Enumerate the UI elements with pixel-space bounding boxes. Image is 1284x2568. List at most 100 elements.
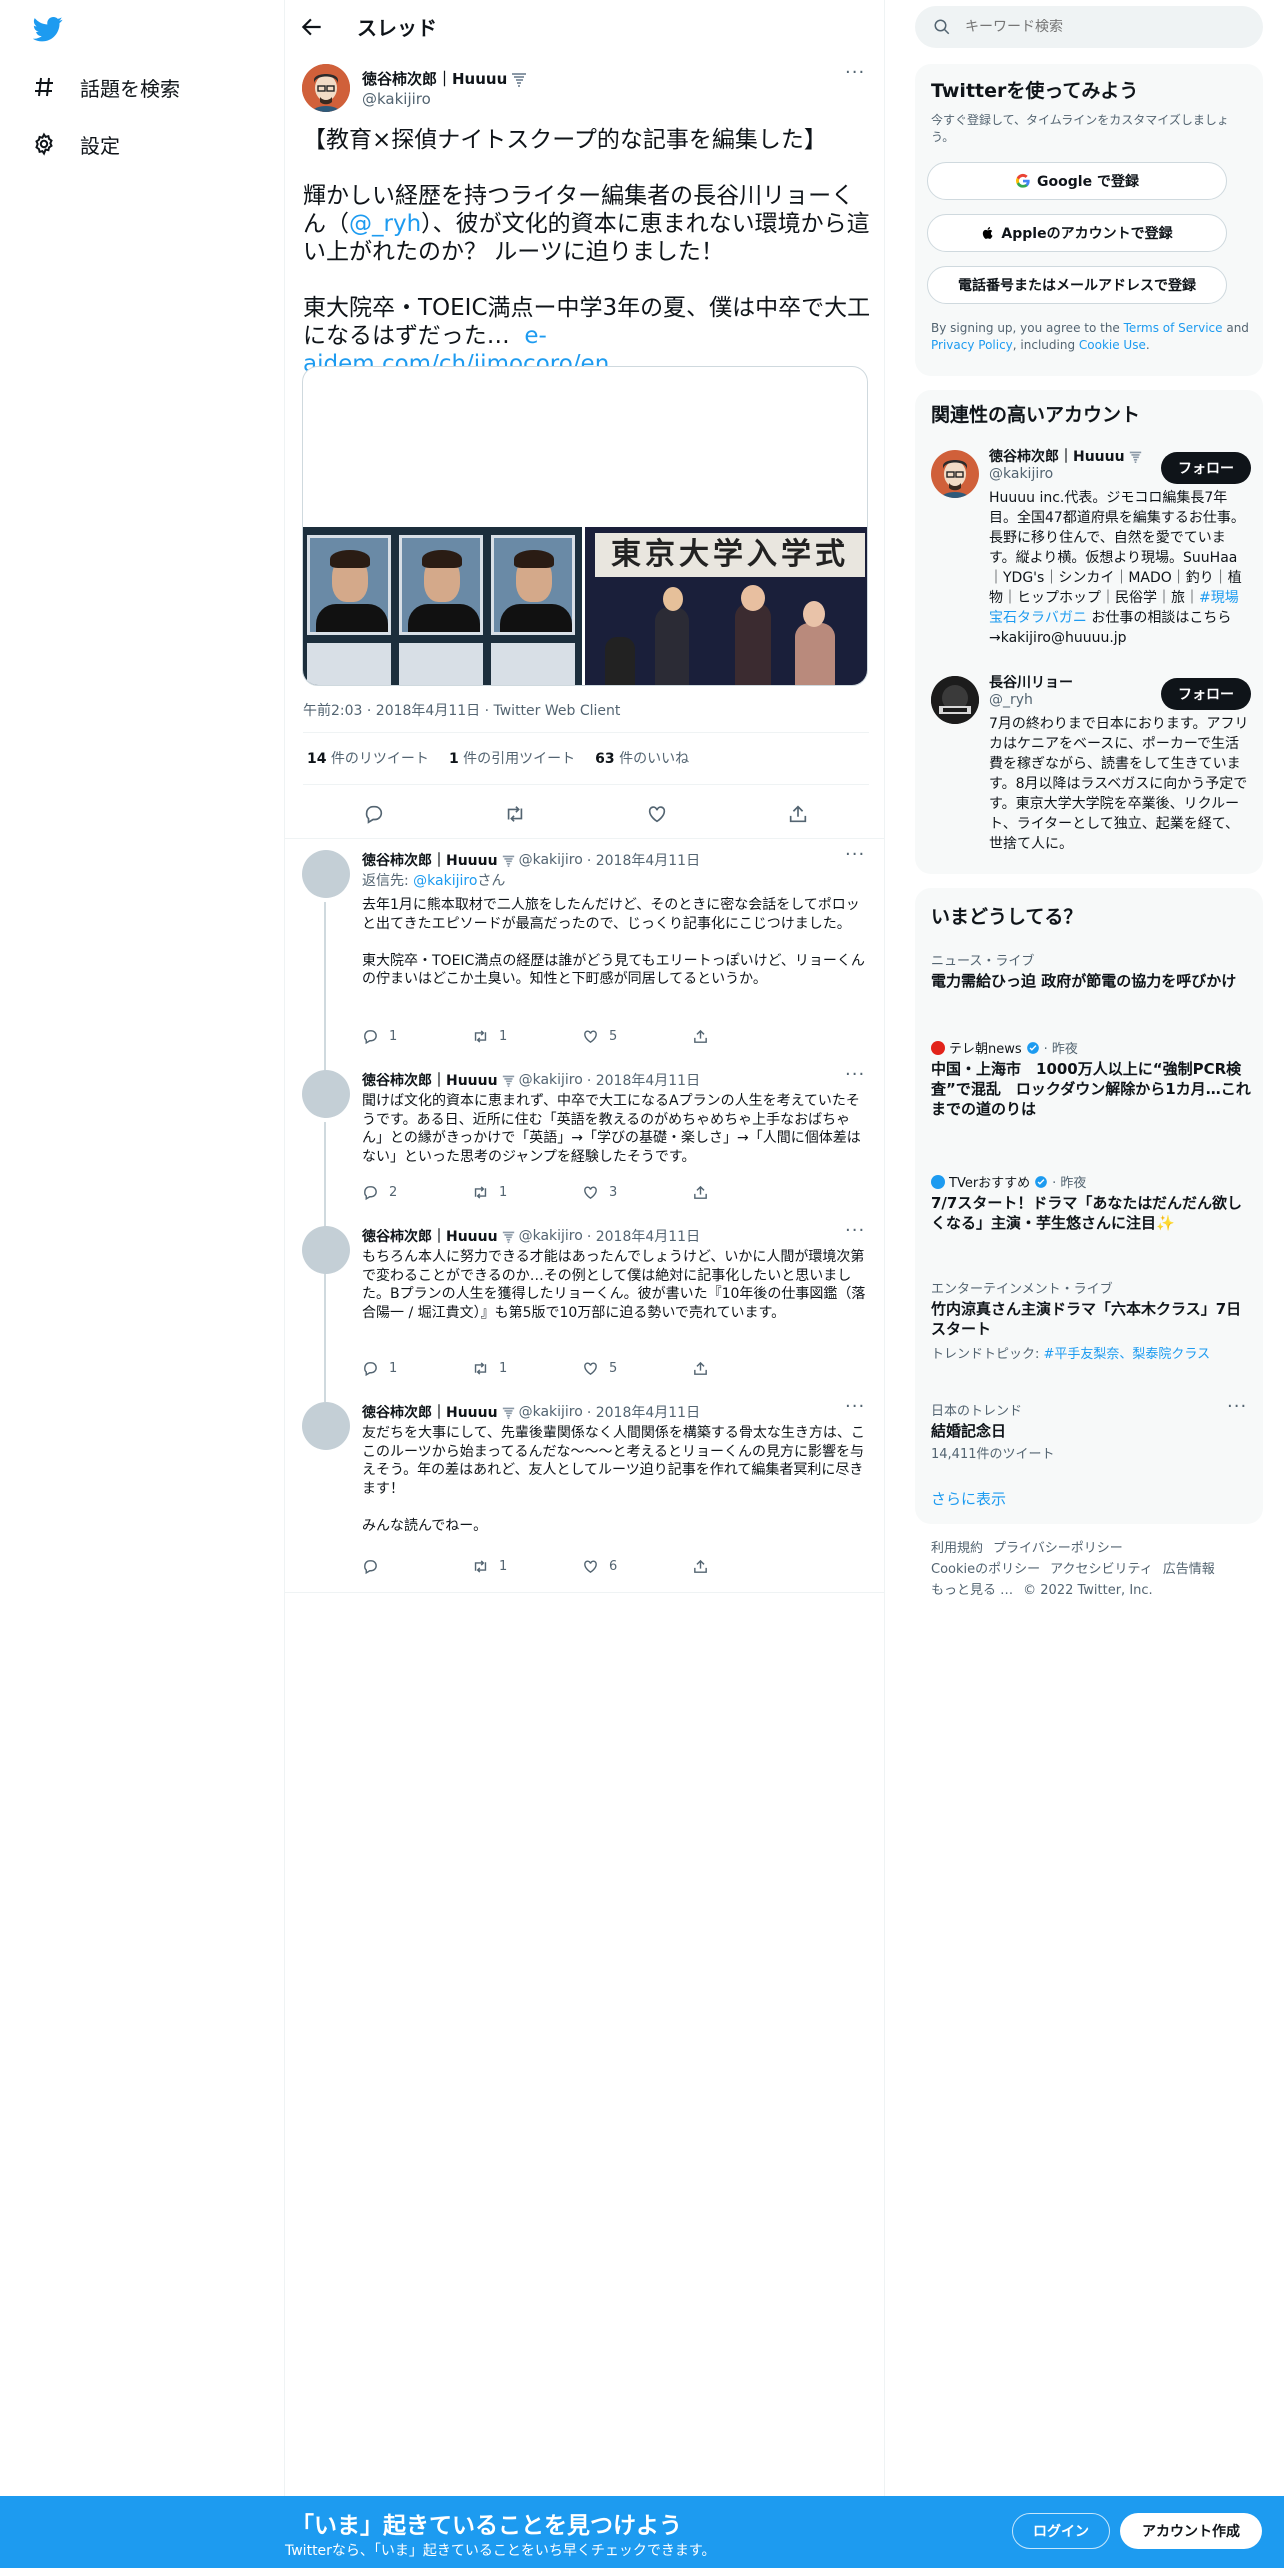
back-arrow-icon[interactable] <box>299 14 325 40</box>
avatar[interactable] <box>302 850 350 898</box>
reply-text: 友だちを大事にして、先輩後輩関係なく人間関係を構築する骨太な生き方は、ここのルー… <box>362 1425 865 1534</box>
account-bio: 7月の終わりまで日本におります。アフリカはケニアをベースに、ポーカーで生活費を稼… <box>989 716 1249 852</box>
nav-settings[interactable]: 設定 <box>30 119 120 169</box>
reply-tweet[interactable]: 徳谷柿次郎｜Huuuu @kakijiro · 2018年4月11日 ··· 返… <box>285 846 885 1118</box>
search-input[interactable] <box>965 19 1245 35</box>
share-button[interactable] <box>692 1028 802 1045</box>
account-item[interactable]: 長谷川リョー @_ryh フォロー 7月の終わりまで日本におります。アフリカはケ… <box>931 672 1251 862</box>
avatar[interactable] <box>302 1070 350 1118</box>
more-options-icon[interactable]: ··· <box>845 64 873 88</box>
reply-button[interactable]: 1 <box>362 1028 472 1045</box>
bottom-signup-bar: 「いま」起きていることを見つけよう Twitterなら、「いま」起きていることを… <box>0 2496 1284 2568</box>
quote-stat[interactable]: 1 件の引用ツイート <box>449 748 575 768</box>
like-icon[interactable] <box>646 803 668 825</box>
reply-actions: 1 1 5 <box>362 1360 802 1377</box>
like-button[interactable]: 5 <box>582 1028 692 1045</box>
privacy-link[interactable]: Privacy Policy <box>931 338 1013 352</box>
cookie-link[interactable]: Cookie Use <box>1079 338 1146 352</box>
footer-links: 利用規約 プライバシーポリシー Cookieのポリシー アクセシビリティ 広告情報 も… <box>931 1541 1215 1598</box>
more-options-icon[interactable]: ··· <box>1227 1398 1255 1422</box>
follow-button[interactable]: フォロー <box>1161 452 1251 484</box>
bottom-bar-title: 「いま」起きていることを見つけよう <box>291 2513 682 2539</box>
reply-button[interactable] <box>362 1558 472 1575</box>
avatar[interactable] <box>931 450 979 498</box>
share-button[interactable] <box>692 1184 802 1201</box>
tornado-emoji-icon <box>502 1230 515 1243</box>
reply-tweet[interactable]: 徳谷柿次郎｜Huuuu @kakijiro · 2018年4月11日 ··· 聞… <box>285 1066 885 1286</box>
tweet-timestamp[interactable]: 午前2:03 · 2018年4月11日 · Twitter Web Client <box>303 700 620 720</box>
share-icon[interactable] <box>787 803 809 825</box>
search-icon <box>933 18 951 36</box>
like-button[interactable]: 3 <box>582 1184 692 1201</box>
tornado-emoji-icon <box>1129 450 1142 463</box>
show-more-link[interactable]: さらに表示 <box>931 1488 1006 1509</box>
share-button[interactable] <box>692 1558 802 1575</box>
reply-text: 去年1月に熊本取材で二人旅をしたんだけど、そのときに密な会話をしてポロッと出てき… <box>362 897 865 987</box>
trend-item[interactable]: テレ朝news · 昨夜 中国・上海市 1000万人以上に“強制PCR検査”で混… <box>931 1038 1251 1119</box>
avatar[interactable] <box>302 64 350 112</box>
account-handle[interactable]: @kakijiro <box>989 466 1053 482</box>
reply-header: 徳谷柿次郎｜Huuuu @kakijiro · 2018年4月11日 <box>362 1072 701 1089</box>
left-nav: 話題を検索 設定 <box>0 0 285 2568</box>
trend-item[interactable]: ニュース・ライブ 電力需給ひっ迫 政府が節電の協力を呼びかけ <box>931 950 1251 991</box>
verified-badge-icon <box>1034 1175 1048 1189</box>
signup-subtitle: 今すぐ登録して、タイムラインをカスタマイズしましょう。 <box>931 113 1229 144</box>
apple-icon <box>981 225 995 241</box>
tv-asahi-logo-icon <box>931 1040 945 1055</box>
login-button[interactable]: ログイン <box>1012 2513 1110 2549</box>
reply-button[interactable]: 1 <box>362 1360 472 1377</box>
share-button[interactable] <box>692 1360 802 1377</box>
reply-tweet[interactable]: 徳谷柿次郎｜Huuuu @kakijiro · 2018年4月11日 ··· も… <box>285 1222 885 1402</box>
retweet-button[interactable]: 1 <box>472 1360 582 1377</box>
more-options-icon[interactable]: ··· <box>845 1398 873 1422</box>
retweet-stat[interactable]: 14 件のリツイート <box>307 748 429 768</box>
reply-icon[interactable] <box>363 803 385 825</box>
retweet-button[interactable]: 1 <box>472 1184 582 1201</box>
link-card-media[interactable]: 東京大学入学式 <box>302 366 868 686</box>
author-handle[interactable]: @kakijiro <box>362 90 431 108</box>
follow-button[interactable]: フォロー <box>1161 678 1251 710</box>
like-stat[interactable]: 63 件のいいね <box>595 748 689 768</box>
nav-explore[interactable]: 話題を検索 <box>30 62 180 112</box>
account-item[interactable]: 徳谷柿次郎｜Huuuu @kakijiro フォロー Huuuu inc.代表。… <box>931 446 1251 676</box>
retweet-button[interactable]: 1 <box>472 1558 582 1575</box>
main-column: スレッド 徳谷柿次郎｜Huuuu @kakijiro ··· 【教育×探偵ナイト… <box>285 0 885 2568</box>
reply-actions: 1 1 5 <box>362 1028 802 1045</box>
author-name[interactable]: 徳谷柿次郎｜Huuuu <box>362 68 527 89</box>
divider <box>285 1592 885 1593</box>
tweet-stats: 14 件のリツイート 1 件の引用ツイート 63 件のいいね <box>307 748 689 768</box>
tornado-emoji-icon <box>502 1074 515 1087</box>
avatar[interactable] <box>931 676 979 724</box>
twitter-logo-icon[interactable] <box>33 14 63 44</box>
reply-header: 徳谷柿次郎｜Huuuu @kakijiro · 2018年4月11日 <box>362 852 701 869</box>
like-button[interactable]: 5 <box>582 1360 692 1377</box>
avatar[interactable] <box>302 1402 350 1450</box>
signup-card: Twitterを使ってみよう 今すぐ登録して、タイムラインをカスタマイズしましょ… <box>915 64 1263 376</box>
thread-header: スレッド <box>285 0 885 54</box>
trend-item[interactable]: TVerおすすめ · 昨夜 7/7スタート！ドラマ「あなたはだんだん欲しくなる」… <box>931 1172 1251 1233</box>
retweet-icon[interactable] <box>504 803 526 825</box>
account-name[interactable]: 長谷川リョー <box>989 672 1073 692</box>
like-button[interactable]: 6 <box>582 1558 692 1575</box>
more-options-icon[interactable]: ··· <box>845 846 873 870</box>
phone-email-signup-button[interactable]: 電話番号またはメールアドレスで登録 <box>927 266 1227 304</box>
account-name[interactable]: 徳谷柿次郎｜Huuuu <box>989 446 1142 466</box>
tornado-emoji-icon <box>502 1406 515 1419</box>
more-options-icon[interactable]: ··· <box>845 1222 873 1246</box>
mention-link[interactable]: @_ryh <box>349 211 421 237</box>
create-account-button[interactable]: アカウント作成 <box>1120 2513 1262 2549</box>
retweet-button[interactable]: 1 <box>472 1028 582 1045</box>
more-options-icon[interactable]: ··· <box>845 1066 873 1090</box>
trend-item[interactable]: エンターテインメント・ライブ 竹内涼真さん主演ドラマ「六本木クラス」7日スタート… <box>931 1278 1251 1362</box>
terms-link[interactable]: Terms of Service <box>1124 321 1223 335</box>
google-signup-button[interactable]: Google で登録 <box>927 162 1227 200</box>
trend-item[interactable]: 日本のトレンド 結婚記念日 14,411件のツイート <box>931 1400 1251 1462</box>
apple-signup-button[interactable]: Appleのアカウントで登録 <box>927 214 1227 252</box>
account-handle[interactable]: @_ryh <box>989 692 1033 708</box>
avatar[interactable] <box>302 1226 350 1274</box>
ceremony-banner: 東京大学入学式 <box>595 533 865 577</box>
search-bar[interactable] <box>915 6 1263 48</box>
reply-button[interactable]: 2 <box>362 1184 472 1201</box>
divider <box>303 732 869 733</box>
reply-tweet[interactable]: 徳谷柿次郎｜Huuuu @kakijiro · 2018年4月11日 ··· 友… <box>285 1398 885 1592</box>
